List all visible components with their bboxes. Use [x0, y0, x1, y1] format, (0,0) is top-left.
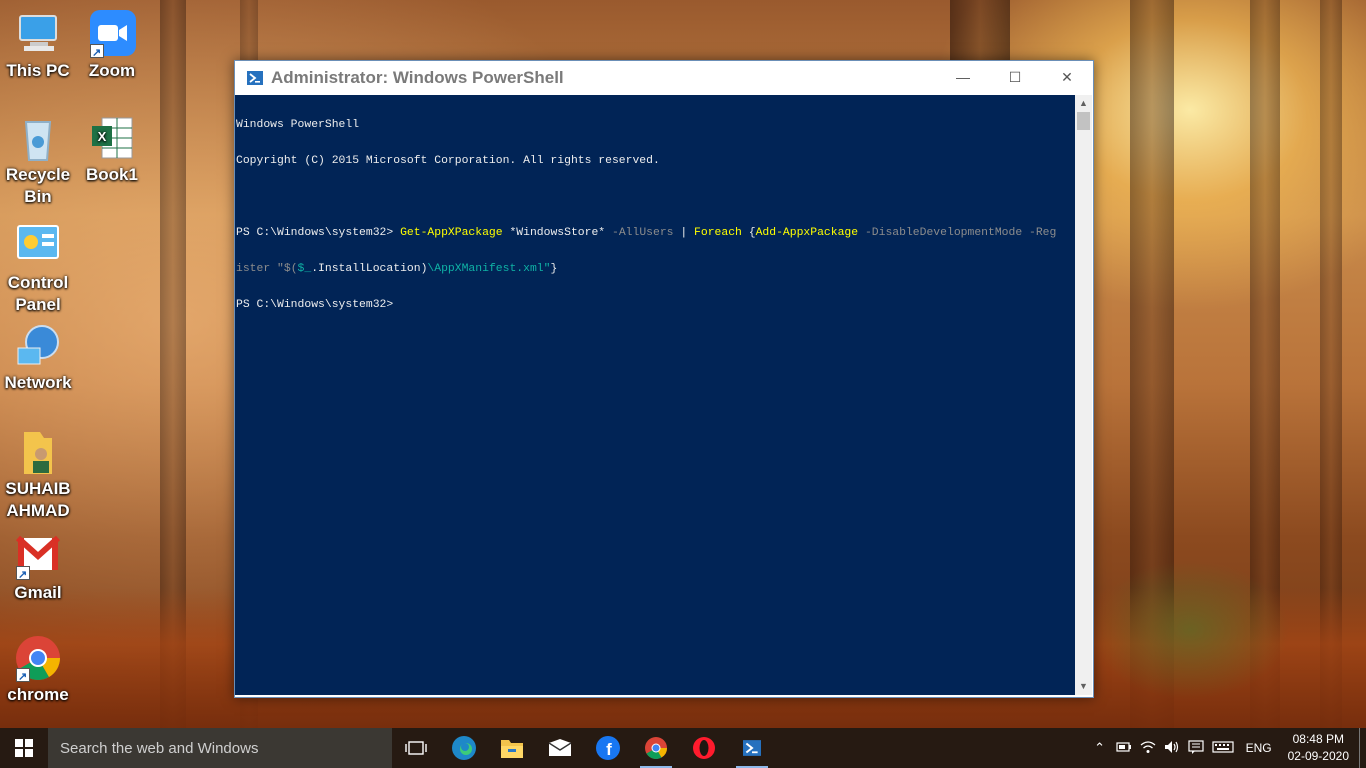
start-button[interactable] — [0, 728, 48, 768]
desktop-icon-label: This PC — [6, 61, 70, 80]
powershell-icon — [743, 740, 761, 756]
parameter-text: ister — [236, 263, 271, 275]
desktop-icon-this-pc[interactable]: This PC — [0, 10, 77, 82]
desktop-icon-book1[interactable]: X Book1 — [73, 114, 151, 186]
facebook-icon: f — [596, 736, 620, 760]
cmdlet-text: Add-AppxPackage — [755, 227, 859, 239]
scrollbar-thumb[interactable] — [1077, 112, 1090, 130]
maximize-button[interactable]: ☐ — [989, 61, 1041, 93]
show-hidden-icons-chevron-icon[interactable]: ⌃ — [1088, 740, 1112, 756]
gmail-icon — [14, 532, 62, 586]
close-button[interactable]: ✕ — [1041, 61, 1093, 93]
path-text: \AppXManifest.xml" — [427, 263, 551, 275]
taskbar-opera[interactable] — [680, 728, 728, 768]
taskbar-search-box[interactable]: Search the web and Windows — [48, 728, 392, 768]
battery-icon[interactable] — [1112, 741, 1136, 756]
svg-text:f: f — [606, 740, 612, 759]
taskbar-clock[interactable]: 08:48 PM 02-09-2020 — [1288, 731, 1349, 765]
opera-icon — [693, 737, 715, 759]
task-view-icon — [405, 741, 427, 755]
desktop-icon-recycle-bin[interactable]: Recycle Bin — [0, 114, 77, 208]
pipe-text: | — [673, 227, 695, 239]
task-view-button[interactable] — [392, 728, 440, 768]
taskbar-powershell[interactable] — [728, 728, 776, 768]
console-command-line-wrap: ister "$($_.InstallLocation)\AppXManifes… — [235, 263, 1075, 275]
wifi-icon[interactable] — [1136, 740, 1160, 757]
desktop-icon-control-panel[interactable]: Control Panel — [0, 222, 77, 316]
console-line: Copyright (C) 2015 Microsoft Corporation… — [236, 155, 660, 167]
touch-keyboard-icon[interactable] — [1208, 740, 1238, 756]
console-command-line: PS C:\Windows\system32> Get-AppXPackage … — [235, 227, 1075, 239]
recycle-bin-icon — [14, 114, 62, 162]
desktop-icon-gmail[interactable]: Gmail — [0, 532, 77, 604]
space-text — [858, 227, 865, 239]
prompt-text: PS C:\Windows\system32> — [236, 227, 401, 239]
computer-icon — [14, 10, 62, 58]
chrome-icon — [14, 634, 62, 688]
property-text: .InstallLocation) — [311, 263, 428, 275]
user-folder-icon — [14, 428, 62, 476]
desktop-icon-label: Network — [4, 373, 72, 392]
input-language-indicator[interactable]: ENG — [1246, 741, 1272, 755]
desktop-icon-network[interactable]: Network — [0, 322, 77, 394]
desktop-icon-chrome[interactable]: chrome — [0, 634, 77, 706]
string-text: "$( — [270, 263, 298, 275]
chrome-icon — [645, 737, 667, 759]
desktop-icon-label: chrome — [7, 685, 69, 704]
mail-icon — [548, 739, 572, 756]
powershell-icon — [247, 70, 263, 86]
clock-time: 08:48 PM — [1292, 732, 1344, 746]
console-output[interactable]: Windows PowerShell Copyright (C) 2015 Mi… — [235, 95, 1075, 695]
svg-text:X: X — [98, 129, 107, 144]
powershell-window[interactable]: Administrator: Windows PowerShell — ☐ ✕ … — [234, 60, 1094, 698]
scroll-down-arrow-icon[interactable]: ▼ — [1075, 678, 1092, 695]
brace-text: { — [741, 227, 756, 239]
window-title: Administrator: Windows PowerShell — [271, 68, 564, 87]
control-panel-icon — [14, 222, 62, 270]
parameter-text: -DisableDevelopmentMode -Reg — [864, 227, 1057, 239]
argument-text: *WindowsStore* — [502, 227, 612, 239]
zoom-icon — [88, 10, 136, 64]
scroll-up-arrow-icon[interactable]: ▲ — [1075, 95, 1092, 112]
clock-date: 02-09-2020 — [1287, 749, 1349, 763]
taskbar-facebook[interactable]: f — [584, 728, 632, 768]
notification-message-icon[interactable] — [1184, 739, 1208, 757]
system-tray: ⌃ ENG 08:48 PM 02-09-2020 — [1088, 728, 1366, 768]
desktop-icon-user-folder[interactable]: SUHAIB AHMAD — [0, 428, 77, 522]
vertical-scrollbar[interactable]: ▲ ▼ — [1075, 95, 1092, 695]
variable-text: $_ — [297, 263, 312, 275]
desktop-icon-zoom[interactable]: Zoom — [73, 10, 151, 82]
network-icon — [14, 322, 62, 370]
taskbar-chrome[interactable] — [632, 728, 680, 768]
console-prompt-line: PS C:\Windows\system32> — [236, 299, 394, 311]
brace-text: } — [550, 263, 558, 275]
cmdlet-text: Get-AppXPackage — [400, 227, 503, 239]
parameter-text: -AllUsers — [611, 227, 674, 239]
desktop-icon-label: Control Panel — [7, 273, 69, 314]
desktop-icon-label: SUHAIB AHMAD — [5, 479, 71, 520]
volume-icon[interactable] — [1160, 740, 1184, 757]
taskbar-edge[interactable] — [440, 728, 488, 768]
show-desktop-button[interactable] — [1359, 728, 1366, 768]
console-line: Windows PowerShell — [236, 119, 360, 131]
file-explorer-icon — [501, 740, 523, 758]
cmdlet-text: Foreach — [694, 227, 742, 239]
taskbar-mail[interactable] — [536, 728, 584, 768]
minimize-button[interactable]: — — [937, 61, 989, 93]
taskbar-file-explorer[interactable] — [488, 728, 536, 768]
excel-icon: X — [88, 114, 136, 162]
desktop-icon-label: Book1 — [86, 165, 138, 184]
windows-logo-icon — [15, 739, 33, 757]
edge-icon — [452, 736, 476, 760]
desktop-icon-label: Recycle Bin — [5, 165, 71, 206]
taskbar: Search the web and Windows f ⌃ ENG 08:48… — [0, 728, 1366, 768]
